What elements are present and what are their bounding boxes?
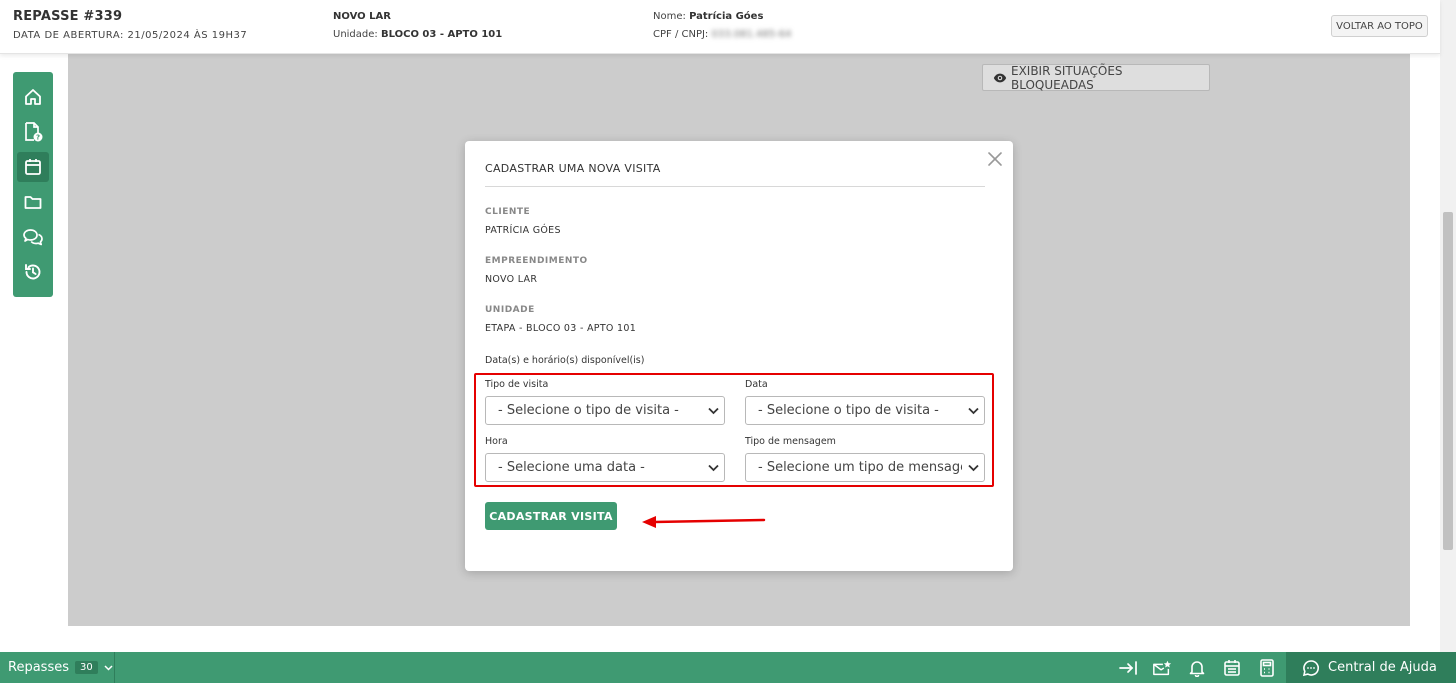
cpf-label: CPF / CNPJ: xyxy=(653,29,709,40)
help-center-label: Central de Ajuda xyxy=(1328,660,1437,675)
modal-title: CADASTRAR UMA NOVA VISITA xyxy=(485,162,661,175)
name-value: Patrícia Góes xyxy=(689,11,764,22)
document-question-icon: ? xyxy=(25,122,43,142)
visit-type-select[interactable]: - Selecione o tipo de visita - xyxy=(485,396,725,425)
nav-history[interactable] xyxy=(17,257,49,287)
show-blocked-label: EXIBIR SITUAÇÕES BLOQUEADAS xyxy=(1010,63,1123,92)
help-center-button[interactable]: Central de Ajuda xyxy=(1286,652,1456,683)
show-blocked-situations-button[interactable]: EXIBIR SITUAÇÕES BLOQUEADAS xyxy=(982,63,1210,92)
collapse-panel-button[interactable] xyxy=(1118,659,1138,677)
side-navigation: ? xyxy=(13,72,53,297)
project-label: EMPREENDIMENTO xyxy=(485,256,588,266)
top-header: REPASSE #339 DATA DE ABERTURA: 21/05/202… xyxy=(0,0,1440,54)
message-type-label: Tipo de mensagem xyxy=(745,436,836,447)
calculator-icon xyxy=(1260,659,1274,677)
mail-star-icon xyxy=(1153,660,1172,676)
availability-label: Data(s) e horário(s) disponível(is) xyxy=(485,355,645,366)
close-icon[interactable] xyxy=(987,151,1003,167)
visit-type-value: - Selecione o tipo de visita - xyxy=(498,403,679,418)
svg-text:?: ? xyxy=(36,134,40,142)
nav-folder[interactable] xyxy=(17,187,49,217)
eye-icon xyxy=(993,73,1007,82)
calculator-button[interactable] xyxy=(1257,659,1277,677)
project-value: NOVO LAR xyxy=(485,274,538,285)
calendar-icon xyxy=(1224,660,1240,676)
hour-value: - Selecione uma data - xyxy=(498,460,645,475)
visit-type-label: Tipo de visita xyxy=(485,379,549,390)
unit-info: Unidade: BLOCO 03 - APTO 101 xyxy=(333,29,502,40)
chat-icon xyxy=(23,229,43,246)
client-name-info: Nome: Patrícia Góes xyxy=(653,11,763,22)
nav-calendar[interactable] xyxy=(17,152,49,182)
calendar-button[interactable] xyxy=(1222,659,1242,677)
modal-divider xyxy=(485,186,985,187)
date-label: Data xyxy=(745,379,768,390)
repasses-count: 30 xyxy=(74,661,98,674)
chevron-down-icon xyxy=(707,464,719,471)
history-icon xyxy=(25,264,41,280)
client-value: PATRÍCIA GÓES xyxy=(485,225,561,236)
unit-label: Unidade: xyxy=(333,29,378,40)
unit-label: UNIDADE xyxy=(485,305,535,315)
unit-value: ETAPA - BLOCO 03 - APTO 101 xyxy=(485,323,637,334)
message-type-select[interactable]: - Selecione um tipo de mensagem - xyxy=(745,453,985,482)
opening-date: DATA DE ABERTURA: 21/05/2024 ÀS 19H37 xyxy=(13,30,248,41)
bell-icon xyxy=(1189,661,1205,677)
cpf-value: 033.081.485-64 xyxy=(711,29,792,40)
new-visit-modal: CADASTRAR UMA NOVA VISITA CLIENTE PATRÍC… xyxy=(465,141,1013,571)
chevron-down-icon xyxy=(967,464,979,471)
register-visit-button[interactable]: CADASTRAR VISITA xyxy=(485,502,617,530)
bottom-toolbar: Repasses 30 Central de Ajuda xyxy=(0,652,1456,683)
repasses-label: Repasses xyxy=(8,660,69,675)
date-select[interactable]: - Selecione o tipo de visita - xyxy=(745,396,985,425)
chevron-down-icon xyxy=(967,407,979,414)
name-label: Nome: xyxy=(653,11,686,22)
cpf-info: CPF / CNPJ: 033.081.485-64 xyxy=(653,29,791,40)
project-name: NOVO LAR xyxy=(333,11,391,22)
date-value: - Selecione o tipo de visita - xyxy=(758,403,939,418)
nav-documents[interactable]: ? xyxy=(17,117,49,147)
annotation-arrow xyxy=(642,516,766,528)
home-icon xyxy=(25,89,41,105)
chevron-down-icon xyxy=(104,664,113,671)
client-label: CLIENTE xyxy=(485,207,531,217)
mail-star-button[interactable] xyxy=(1152,659,1172,677)
back-to-top-button[interactable]: VOLTAR AO TOPO xyxy=(1331,15,1428,37)
repasses-selector[interactable]: Repasses 30 xyxy=(0,652,115,683)
notifications-button[interactable] xyxy=(1187,659,1207,677)
chevron-down-icon xyxy=(707,407,719,414)
scrollbar-thumb[interactable] xyxy=(1443,212,1453,550)
unit-value: BLOCO 03 - APTO 101 xyxy=(380,29,503,40)
arrow-to-right-icon xyxy=(1119,661,1137,675)
chat-bubble-icon xyxy=(1302,659,1320,676)
page-title: REPASSE #339 xyxy=(13,9,123,24)
hour-label: Hora xyxy=(485,436,508,447)
hour-select[interactable]: - Selecione uma data - xyxy=(485,453,725,482)
nav-home[interactable] xyxy=(17,82,49,112)
message-type-value: - Selecione um tipo de mensagem - xyxy=(758,460,962,475)
folder-icon xyxy=(24,196,42,209)
calendar-icon xyxy=(25,159,41,175)
nav-chat[interactable] xyxy=(17,222,49,252)
